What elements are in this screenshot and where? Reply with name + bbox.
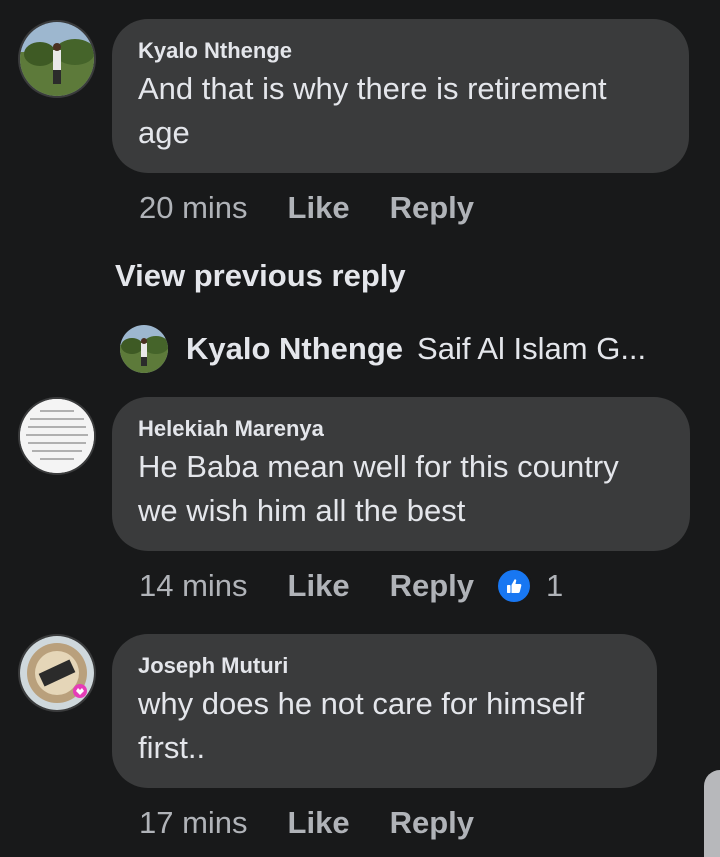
avatar[interactable]: [18, 634, 96, 712]
comments-thread: Kyalo Nthenge And that is why there is r…: [0, 0, 720, 857]
comment-bubble: Kyalo Nthenge And that is why there is r…: [112, 19, 689, 173]
reply-button[interactable]: Reply: [390, 190, 474, 226]
comment-time[interactable]: 17 mins: [139, 805, 248, 841]
comment-time[interactable]: 20 mins: [139, 190, 248, 226]
thumbs-up-icon: [496, 568, 532, 604]
comment-bubble: Helekiah Marenya He Baba mean well for t…: [112, 397, 690, 551]
avatar: [120, 325, 168, 373]
comment-bubble: Joseph Muturi why does he not care for h…: [112, 634, 657, 788]
landscape-photo-icon: [20, 22, 94, 96]
reply-author: Kyalo Nthenge: [186, 331, 404, 366]
reaction-count: 1: [546, 568, 564, 603]
comment-author[interactable]: Helekiah Marenya: [138, 415, 664, 443]
comment-text: why does he not care for himself first..: [138, 686, 585, 765]
avatar[interactable]: [18, 397, 96, 475]
comment-text: And that is why there is retirement age: [138, 71, 607, 150]
comment-time[interactable]: 14 mins: [139, 568, 248, 604]
like-button[interactable]: Like: [288, 190, 350, 226]
reply-button[interactable]: Reply: [390, 805, 474, 841]
text-note-icon: [20, 399, 94, 473]
reply-snippet: Saif Al Islam G...: [417, 331, 647, 366]
comment-author[interactable]: Joseph Muturi: [138, 652, 631, 680]
reaction-summary[interactable]: 1: [496, 568, 563, 604]
comment-author[interactable]: Kyalo Nthenge: [138, 37, 663, 65]
scroll-handle[interactable]: [704, 770, 720, 857]
landscape-photo-icon: [120, 325, 168, 373]
reply-preview[interactable]: Kyalo Nthenge Saif Al Islam G...: [120, 324, 646, 374]
like-button[interactable]: Like: [288, 805, 350, 841]
comment-actions: 17 mins Like Reply: [139, 805, 474, 841]
reply-button[interactable]: Reply: [390, 568, 474, 604]
like-button[interactable]: Like: [288, 568, 350, 604]
comment-text: He Baba mean well for this country we wi…: [138, 449, 619, 528]
comment-actions: 20 mins Like Reply: [139, 190, 474, 226]
comment-actions: 14 mins Like Reply 1: [139, 568, 563, 604]
view-previous-reply-link[interactable]: View previous reply: [115, 258, 406, 294]
avatar[interactable]: [18, 20, 96, 98]
vaccine-frame-icon: [20, 636, 94, 710]
